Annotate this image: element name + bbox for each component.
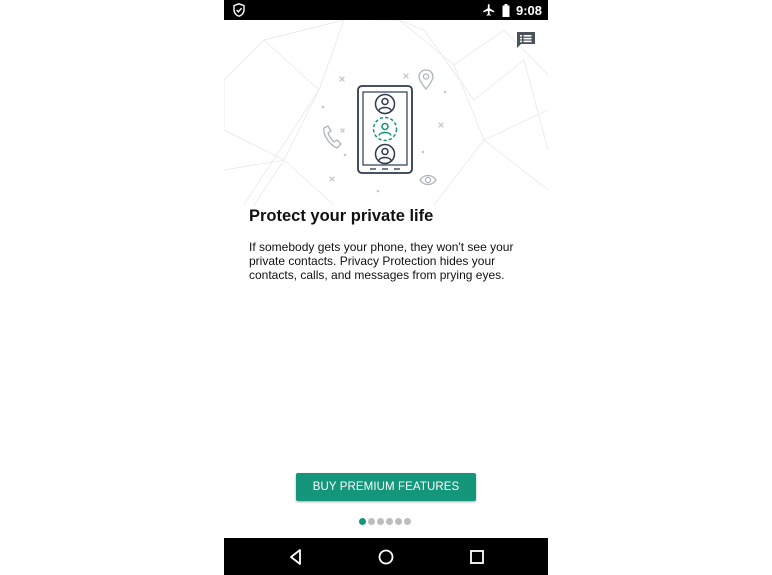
battery-icon bbox=[502, 3, 510, 17]
onboarding-title: Protect your private life bbox=[249, 207, 434, 225]
back-icon[interactable] bbox=[286, 547, 306, 567]
buy-premium-button[interactable]: BUY PREMIUM FEATURES bbox=[296, 473, 476, 501]
status-bar: 9:08 bbox=[224, 0, 548, 20]
page-dot[interactable] bbox=[395, 518, 402, 525]
page-dot[interactable] bbox=[404, 518, 411, 525]
phone-contacts-illustration bbox=[321, 69, 447, 193]
recents-icon[interactable] bbox=[467, 547, 487, 567]
onboarding-description: If somebody gets your phone, they won't … bbox=[249, 240, 514, 282]
app-screen: 9:08 Protect your private life If somebo… bbox=[224, 0, 548, 575]
messages-icon[interactable] bbox=[516, 31, 536, 49]
page-dot[interactable] bbox=[386, 518, 393, 525]
status-time: 9:08 bbox=[515, 2, 542, 18]
eye-icon bbox=[419, 174, 437, 186]
phone-call-icon bbox=[323, 125, 342, 149]
home-icon[interactable] bbox=[376, 547, 396, 567]
airplane-mode-icon bbox=[483, 4, 495, 16]
location-pin-icon bbox=[418, 69, 434, 90]
page-dot[interactable] bbox=[359, 518, 366, 525]
navigation-bar bbox=[224, 538, 548, 575]
page-dot[interactable] bbox=[377, 518, 384, 525]
page-indicator bbox=[359, 518, 411, 525]
page-dot[interactable] bbox=[368, 518, 375, 525]
shield-check-icon bbox=[233, 3, 245, 17]
